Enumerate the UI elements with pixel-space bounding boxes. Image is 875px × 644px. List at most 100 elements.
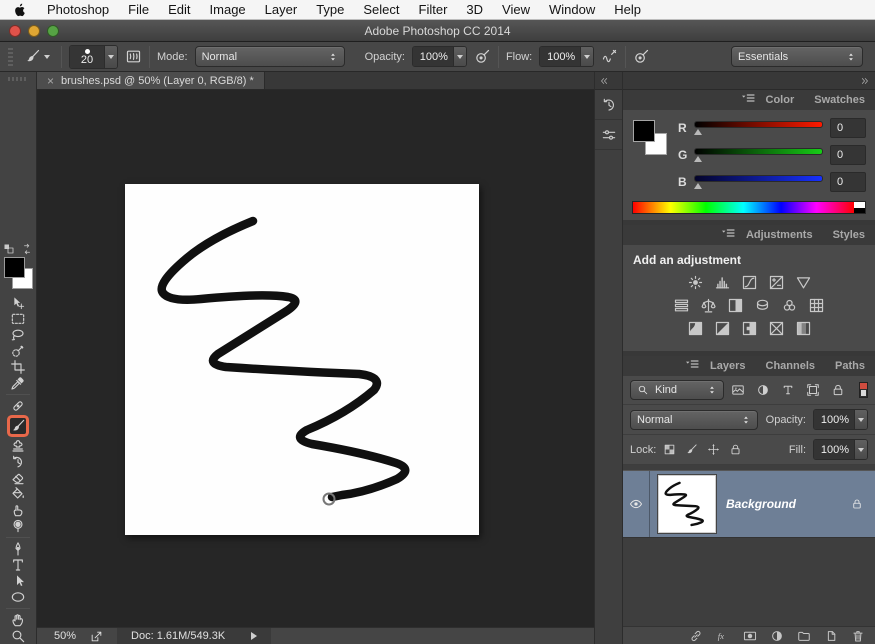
- dodge-tool[interactable]: [10, 518, 26, 534]
- half-circle-icon[interactable]: [756, 383, 770, 397]
- document-tab[interactable]: × brushes.psd @ 50% (Layer 0, RGB/8) *: [37, 72, 265, 89]
- opacity-dropdown[interactable]: 100%: [412, 46, 467, 67]
- layer-thumbnail[interactable]: [658, 475, 716, 533]
- half-circle-icon[interactable]: [770, 629, 784, 643]
- menu-item-edit[interactable]: Edit: [168, 2, 190, 17]
- menu-item-image[interactable]: Image: [210, 2, 246, 17]
- move-cross-icon[interactable]: [707, 443, 720, 456]
- menu-item-photoshop[interactable]: Photoshop: [47, 2, 109, 17]
- adj-threshold-icon[interactable]: [741, 320, 758, 337]
- tab-swatches[interactable]: Swatches: [804, 90, 875, 110]
- brush-panel-toggle-icon[interactable]: [125, 48, 142, 65]
- share-icon[interactable]: [90, 630, 103, 643]
- blue-value-field[interactable]: 0: [830, 172, 866, 192]
- airbrush-toggle-icon[interactable]: [601, 48, 618, 65]
- filter-image-icon[interactable]: [731, 383, 745, 397]
- canvas[interactable]: [125, 184, 479, 535]
- lock-icon[interactable]: [729, 443, 742, 456]
- tab-close-icon[interactable]: ×: [47, 75, 54, 87]
- adj-mixer-icon[interactable]: [781, 297, 798, 314]
- adj-photofilter-icon[interactable]: [754, 297, 771, 314]
- tab-paths[interactable]: Paths: [825, 356, 875, 376]
- crop-tool[interactable]: [10, 359, 26, 375]
- adj-brightness-icon[interactable]: [687, 274, 704, 291]
- menu-item-view[interactable]: View: [502, 2, 530, 17]
- filter-frame-icon[interactable]: [806, 383, 820, 397]
- collapse-panels-icon[interactable]: [860, 76, 870, 86]
- eyedropper-tool[interactable]: [10, 375, 26, 391]
- clone-stamp-tool[interactable]: [10, 438, 26, 454]
- menu-item-select[interactable]: Select: [363, 2, 399, 17]
- fx-icon[interactable]: fx: [716, 629, 730, 643]
- close-window-button[interactable]: [9, 25, 21, 37]
- adj-bw-icon[interactable]: [727, 297, 744, 314]
- slider-thumb[interactable]: [694, 129, 702, 135]
- adj-posterize-icon[interactable]: [714, 320, 731, 337]
- smudge-tool[interactable]: [10, 502, 26, 518]
- tab-adjustments[interactable]: Adjustments: [736, 225, 823, 245]
- blend-mode-select[interactable]: Normal: [195, 46, 345, 67]
- toolbar-grip[interactable]: [8, 77, 28, 81]
- adj-selective-icon[interactable]: [795, 320, 812, 337]
- filter-kind-select[interactable]: Kind: [630, 380, 724, 400]
- menu-item-filter[interactable]: Filter: [419, 2, 448, 17]
- color-spectrum-ramp[interactable]: [632, 201, 866, 214]
- adj-balance-icon[interactable]: [700, 297, 717, 314]
- flow-dropdown[interactable]: 100%: [539, 46, 594, 67]
- tablet-opacity-icon[interactable]: [474, 48, 491, 65]
- lock-icon[interactable]: [831, 383, 845, 397]
- red-value-field[interactable]: 0: [830, 118, 866, 138]
- layer-blend-mode-select[interactable]: Normal: [630, 410, 758, 430]
- slider-thumb[interactable]: [694, 183, 702, 189]
- gradient-tool[interactable]: [10, 486, 26, 502]
- workspace-select[interactable]: Essentials: [731, 46, 863, 67]
- tool-preset-picker[interactable]: [20, 46, 54, 67]
- lasso-tool[interactable]: [10, 327, 26, 343]
- shape-tool[interactable]: [10, 589, 26, 605]
- filter-type-icon[interactable]: [781, 383, 795, 397]
- panel-menu-icon[interactable]: [684, 356, 700, 372]
- pen-tool[interactable]: [10, 541, 26, 557]
- link-icon[interactable]: [689, 629, 703, 643]
- adj-exposure-icon[interactable]: [768, 274, 785, 291]
- zoom-level-field[interactable]: 50%: [54, 630, 76, 642]
- foreground-color-swatch[interactable]: [4, 257, 25, 278]
- slider-thumb[interactable]: [694, 156, 702, 162]
- adj-invert-icon[interactable]: [687, 320, 704, 337]
- tab-styles[interactable]: Styles: [823, 225, 875, 245]
- green-value-field[interactable]: 0: [830, 145, 866, 165]
- brush-tool[interactable]: [10, 418, 26, 434]
- adj-vibrance-icon[interactable]: [795, 274, 812, 291]
- adj-lookup-icon[interactable]: [808, 297, 825, 314]
- type-tool[interactable]: [10, 557, 26, 573]
- menu-item-layer[interactable]: Layer: [265, 2, 298, 17]
- status-options-arrow-icon[interactable]: [251, 632, 257, 640]
- new-layer-icon[interactable]: [824, 629, 838, 643]
- brush-size-picker[interactable]: 20: [69, 45, 118, 69]
- zoom-tool[interactable]: [10, 628, 26, 644]
- tab-color[interactable]: Color: [756, 90, 805, 110]
- tab-channels[interactable]: Channels: [756, 356, 826, 376]
- menu-item-window[interactable]: Window: [549, 2, 595, 17]
- properties-panel-button[interactable]: [595, 120, 622, 150]
- layer-opacity-dropdown[interactable]: 100%: [813, 409, 868, 430]
- adj-hue-icon[interactable]: [673, 297, 690, 314]
- brush-icon[interactable]: [685, 443, 698, 456]
- history-brush-tool[interactable]: [10, 454, 26, 470]
- marquee-tool[interactable]: [10, 311, 26, 327]
- panel-menu-icon[interactable]: [740, 90, 756, 106]
- quick-selection-tool[interactable]: [10, 343, 26, 359]
- expand-panels-icon[interactable]: [599, 76, 609, 86]
- hand-tool[interactable]: [10, 612, 26, 628]
- options-grip[interactable]: [8, 48, 13, 66]
- foreground-color-swatch[interactable]: [633, 120, 655, 142]
- layer-row-background[interactable]: Background: [623, 470, 875, 538]
- menu-item-help[interactable]: Help: [614, 2, 641, 17]
- mask-icon[interactable]: [743, 629, 757, 643]
- apple-icon[interactable]: [12, 2, 28, 18]
- tablet-size-icon[interactable]: [633, 48, 650, 65]
- zoom-window-button[interactable]: [47, 25, 59, 37]
- minimize-window-button[interactable]: [28, 25, 40, 37]
- layer-fill-dropdown[interactable]: 100%: [813, 439, 868, 460]
- tab-layers[interactable]: Layers: [700, 356, 755, 376]
